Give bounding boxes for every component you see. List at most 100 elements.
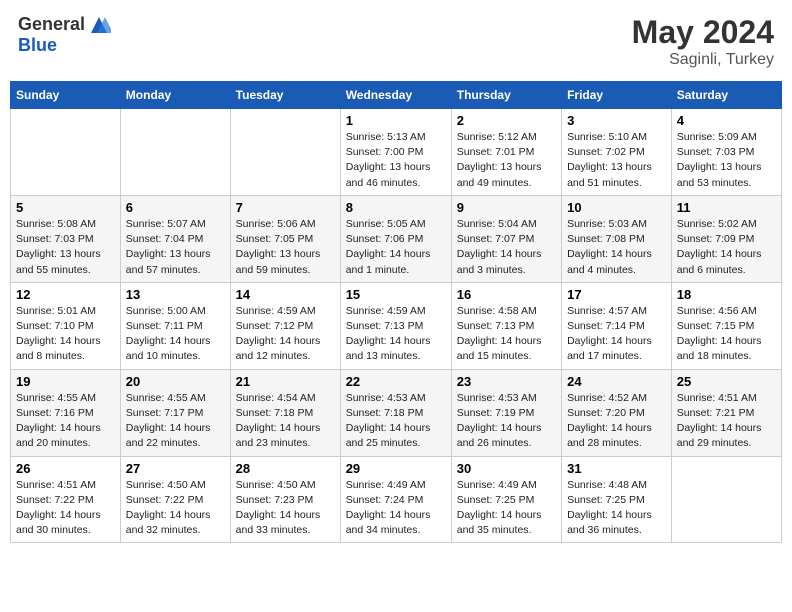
day-number: 2	[457, 113, 556, 128]
day-info: Sunrise: 4:54 AM Sunset: 7:18 PM Dayligh…	[236, 391, 335, 452]
calendar-week-row: 12Sunrise: 5:01 AM Sunset: 7:10 PM Dayli…	[11, 282, 782, 369]
calendar-cell: 4 Sunrise: 5:09 AM Sunset: 7:03 PM Daylig…	[671, 109, 781, 196]
page-header: General Blue May 2024 Saginli, Turkey	[10, 10, 782, 73]
day-of-week-header: Monday	[120, 82, 230, 109]
calendar-header-row: SundayMondayTuesdayWednesdayThursdayFrid…	[11, 82, 782, 109]
calendar-cell: 6Sunrise: 5:07 AM Sunset: 7:04 PM Daylig…	[120, 195, 230, 282]
day-info: Sunrise: 4:52 AM Sunset: 7:20 PM Dayligh…	[567, 391, 666, 452]
day-info: Sunrise: 5:03 AM Sunset: 7:08 PM Dayligh…	[567, 217, 666, 278]
day-info: Sunrise: 5:04 AM Sunset: 7:07 PM Dayligh…	[457, 217, 556, 278]
day-number: 6	[126, 200, 225, 215]
calendar-cell: 22 Sunrise: 4:53 AM Sunset: 7:18 PM Dayli…	[340, 369, 451, 456]
day-of-week-header: Wednesday	[340, 82, 451, 109]
calendar-cell: 10 Sunrise: 5:03 AM Sunset: 7:08 PM Dayli…	[562, 195, 672, 282]
day-number: 25	[677, 374, 776, 389]
calendar-cell: 20 Sunrise: 4:55 AM Sunset: 7:17 PM Dayli…	[120, 369, 230, 456]
calendar-cell: 13 Sunrise: 5:00 AM Sunset: 7:11 PM Dayli…	[120, 282, 230, 369]
calendar-week-row: 19 Sunrise: 4:55 AM Sunset: 7:16 PM Dayli…	[11, 369, 782, 456]
calendar-cell: 23Sunrise: 4:53 AM Sunset: 7:19 PM Dayli…	[451, 369, 561, 456]
day-info: Sunrise: 5:09 AM Sunset: 7:03 PM Dayligh…	[677, 130, 776, 191]
day-number: 9	[457, 200, 556, 215]
day-number: 22	[346, 374, 446, 389]
day-number: 26	[16, 461, 115, 476]
calendar-cell: 14 Sunrise: 4:59 AM Sunset: 7:12 PM Dayli…	[230, 282, 340, 369]
day-number: 31	[567, 461, 666, 476]
day-of-week-header: Saturday	[671, 82, 781, 109]
logo-blue: Blue	[18, 35, 57, 55]
day-of-week-header: Tuesday	[230, 82, 340, 109]
day-info: Sunrise: 5:06 AM Sunset: 7:05 PM Dayligh…	[236, 217, 335, 278]
day-info: Sunrise: 4:49 AM Sunset: 7:24 PM Dayligh…	[346, 478, 446, 539]
title-block: May 2024 Saginli, Turkey	[632, 14, 774, 69]
day-number: 21	[236, 374, 335, 389]
calendar-cell: 21 Sunrise: 4:54 AM Sunset: 7:18 PM Dayli…	[230, 369, 340, 456]
day-info: Sunrise: 4:48 AM Sunset: 7:25 PM Dayligh…	[567, 478, 666, 539]
calendar-cell: 8 Sunrise: 5:05 AM Sunset: 7:06 PM Daylig…	[340, 195, 451, 282]
calendar-cell: 17 Sunrise: 4:57 AM Sunset: 7:14 PM Dayli…	[562, 282, 672, 369]
day-info: Sunrise: 5:10 AM Sunset: 7:02 PM Dayligh…	[567, 130, 666, 191]
day-info: Sunrise: 4:50 AM Sunset: 7:23 PM Dayligh…	[236, 478, 335, 539]
calendar-table: SundayMondayTuesdayWednesdayThursdayFrid…	[10, 81, 782, 543]
calendar-cell: 30 Sunrise: 4:49 AM Sunset: 7:25 PM Dayli…	[451, 456, 561, 543]
day-number: 5	[16, 200, 115, 215]
day-info: Sunrise: 4:56 AM Sunset: 7:15 PM Dayligh…	[677, 304, 776, 365]
day-number: 18	[677, 287, 776, 302]
day-number: 16	[457, 287, 556, 302]
day-info: Sunrise: 5:01 AM Sunset: 7:10 PM Dayligh…	[16, 304, 115, 365]
month-year: May 2024	[632, 14, 774, 51]
day-number: 19	[16, 374, 115, 389]
calendar-cell: 9 Sunrise: 5:04 AM Sunset: 7:07 PM Daylig…	[451, 195, 561, 282]
calendar-week-row: 1 Sunrise: 5:13 AM Sunset: 7:00 PM Daylig…	[11, 109, 782, 196]
day-info: Sunrise: 4:50 AM Sunset: 7:22 PM Dayligh…	[126, 478, 225, 539]
day-info: Sunrise: 4:55 AM Sunset: 7:17 PM Dayligh…	[126, 391, 225, 452]
calendar-cell: 18 Sunrise: 4:56 AM Sunset: 7:15 PM Dayli…	[671, 282, 781, 369]
day-info: Sunrise: 4:57 AM Sunset: 7:14 PM Dayligh…	[567, 304, 666, 365]
calendar-cell: 3 Sunrise: 5:10 AM Sunset: 7:02 PM Daylig…	[562, 109, 672, 196]
calendar-week-row: 5Sunrise: 5:08 AM Sunset: 7:03 PM Daylig…	[11, 195, 782, 282]
calendar-cell	[671, 456, 781, 543]
logo-general: General	[18, 14, 85, 35]
day-number: 13	[126, 287, 225, 302]
day-number: 8	[346, 200, 446, 215]
day-number: 10	[567, 200, 666, 215]
calendar-cell	[230, 109, 340, 196]
day-info: Sunrise: 4:58 AM Sunset: 7:13 PM Dayligh…	[457, 304, 556, 365]
day-number: 24	[567, 374, 666, 389]
day-info: Sunrise: 5:02 AM Sunset: 7:09 PM Dayligh…	[677, 217, 776, 278]
calendar-cell: 25 Sunrise: 4:51 AM Sunset: 7:21 PM Dayli…	[671, 369, 781, 456]
calendar-cell: 28Sunrise: 4:50 AM Sunset: 7:23 PM Dayli…	[230, 456, 340, 543]
day-info: Sunrise: 4:49 AM Sunset: 7:25 PM Dayligh…	[457, 478, 556, 539]
logo-icon	[87, 15, 111, 35]
calendar-week-row: 26 Sunrise: 4:51 AM Sunset: 7:22 PM Dayli…	[11, 456, 782, 543]
day-info: Sunrise: 5:05 AM Sunset: 7:06 PM Dayligh…	[346, 217, 446, 278]
day-number: 20	[126, 374, 225, 389]
calendar-cell: 1 Sunrise: 5:13 AM Sunset: 7:00 PM Daylig…	[340, 109, 451, 196]
calendar-cell: 11 Sunrise: 5:02 AM Sunset: 7:09 PM Dayli…	[671, 195, 781, 282]
day-number: 23	[457, 374, 556, 389]
day-info: Sunrise: 5:13 AM Sunset: 7:00 PM Dayligh…	[346, 130, 446, 191]
calendar-cell: 7Sunrise: 5:06 AM Sunset: 7:05 PM Daylig…	[230, 195, 340, 282]
day-info: Sunrise: 4:51 AM Sunset: 7:21 PM Dayligh…	[677, 391, 776, 452]
day-info: Sunrise: 5:00 AM Sunset: 7:11 PM Dayligh…	[126, 304, 225, 365]
day-number: 15	[346, 287, 446, 302]
day-info: Sunrise: 4:51 AM Sunset: 7:22 PM Dayligh…	[16, 478, 115, 539]
calendar-cell	[120, 109, 230, 196]
day-number: 11	[677, 200, 776, 215]
day-number: 17	[567, 287, 666, 302]
calendar-cell	[11, 109, 121, 196]
day-info: Sunrise: 4:55 AM Sunset: 7:16 PM Dayligh…	[16, 391, 115, 452]
day-number: 14	[236, 287, 335, 302]
location: Saginli, Turkey	[632, 51, 774, 69]
calendar-cell: 12Sunrise: 5:01 AM Sunset: 7:10 PM Dayli…	[11, 282, 121, 369]
day-number: 4	[677, 113, 776, 128]
logo: General Blue	[18, 14, 111, 56]
calendar-cell: 26 Sunrise: 4:51 AM Sunset: 7:22 PM Dayli…	[11, 456, 121, 543]
day-number: 3	[567, 113, 666, 128]
calendar-cell: 19 Sunrise: 4:55 AM Sunset: 7:16 PM Dayli…	[11, 369, 121, 456]
day-info: Sunrise: 4:53 AM Sunset: 7:18 PM Dayligh…	[346, 391, 446, 452]
day-number: 1	[346, 113, 446, 128]
day-info: Sunrise: 4:59 AM Sunset: 7:12 PM Dayligh…	[236, 304, 335, 365]
day-number: 30	[457, 461, 556, 476]
calendar-cell: 2Sunrise: 5:12 AM Sunset: 7:01 PM Daylig…	[451, 109, 561, 196]
calendar-cell: 24 Sunrise: 4:52 AM Sunset: 7:20 PM Dayli…	[562, 369, 672, 456]
